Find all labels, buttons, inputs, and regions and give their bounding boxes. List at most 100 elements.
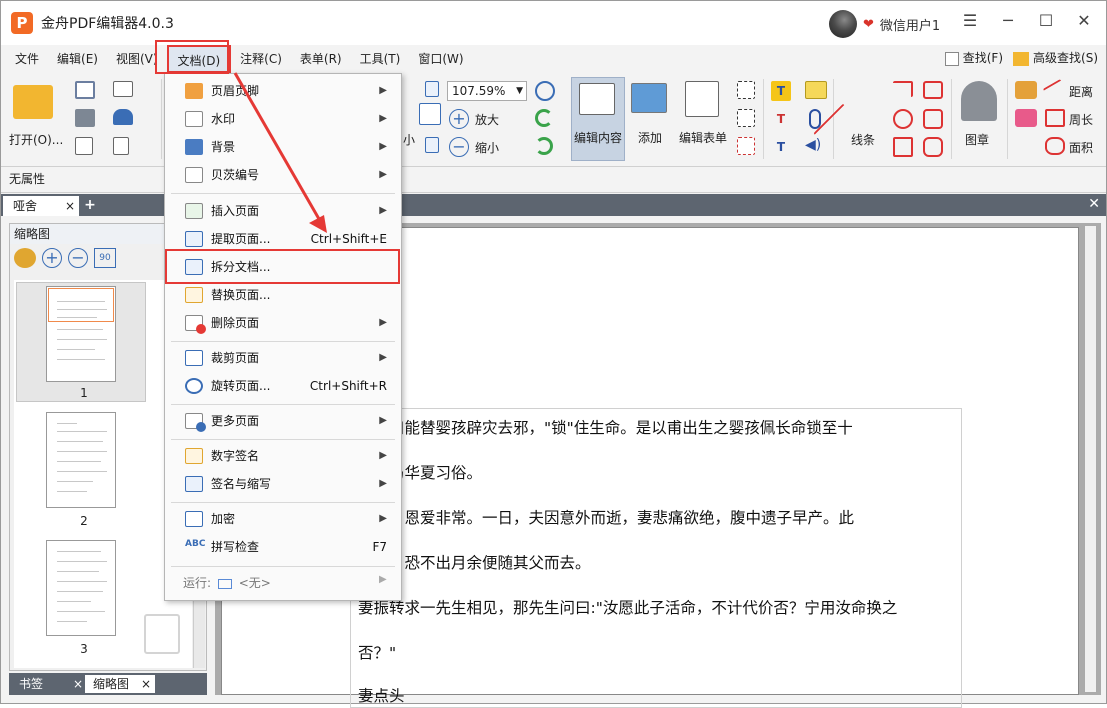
menu-item-more-pages[interactable]: 更多页面 ▶ [165,408,401,434]
zoom-in-glass-icon[interactable] [535,81,555,101]
menu-item-bates-numbering[interactable]: 贝茨编号 ▶ [165,162,401,188]
thumb-zoom-out-icon[interactable]: − [68,248,88,268]
polyline-icon[interactable] [923,81,943,99]
text-line: 二人，恩爱非常。一日，夫因意外而逝，妻悲痛欲绝，腹中遗子早产。此 [358,509,855,527]
fit-page-icon[interactable] [419,103,441,125]
menu-item-digital-signature[interactable]: 数字签名 ▶ [165,443,401,469]
fit-width-icon[interactable] [425,137,439,153]
tab-bookmarks[interactable]: 书签 × [11,675,83,693]
settings-gear-icon[interactable] [14,248,36,268]
crop-page-icon [185,350,203,366]
menu-item-background[interactable]: 背景 ▶ [165,134,401,160]
note-icon[interactable] [805,81,827,99]
perimeter-icon[interactable] [1045,109,1065,127]
zoom-select[interactable]: 107.59% ▼ [447,81,527,101]
menu-item-header-footer[interactable]: 页眉页脚 ▶ [165,78,401,104]
menu-edit[interactable]: 编辑(E) [48,45,107,73]
zoom-out-icon[interactable]: − [449,137,469,157]
user-account[interactable]: ❤ 微信用户1 [829,10,940,38]
menu-item-replace-page[interactable]: 替换页面... [165,282,401,308]
circle-icon[interactable] [893,109,913,129]
page-thumbnail[interactable] [46,540,116,636]
document-scrollbar[interactable] [1084,225,1097,693]
strikethrough-icon[interactable]: T [771,109,791,129]
menu-icon[interactable]: ☰ [960,11,980,30]
save-icon[interactable] [75,81,95,99]
tab-thumbnails[interactable]: 缩略图 × [85,675,155,693]
menu-file[interactable]: 文件 [1,45,48,73]
new-doc-icon[interactable] [113,137,129,155]
rotate-right-icon[interactable] [535,137,553,155]
close-all-icon[interactable]: ✕ [1088,196,1100,212]
page-thumbnail[interactable] [46,286,116,382]
tab-close-icon[interactable]: × [65,196,75,216]
rectangle-icon[interactable] [893,137,913,157]
add-tab-icon[interactable]: + [83,198,97,212]
menu-item-watermark[interactable]: 水印 ▶ [165,106,401,132]
zoom-in-icon[interactable]: + [449,109,469,129]
distance-icon[interactable] [1042,78,1068,102]
lines-label[interactable]: 线条 [851,131,875,148]
maximize-icon[interactable]: ☐ [1036,11,1056,30]
perimeter-label[interactable]: 周长 [1069,111,1093,128]
page-thumbnail[interactable] [46,412,116,508]
minimize-icon[interactable]: ─ [998,11,1018,30]
eraser-icon[interactable] [1015,109,1037,127]
open-button-label[interactable]: 打开(O)... [9,131,63,148]
avatar[interactable] [829,10,857,38]
typewriter-icon[interactable]: T [771,81,791,101]
print-icon[interactable] [75,109,95,127]
zoom-in-label[interactable]: 放大 [475,111,499,128]
text-icon[interactable]: T [771,137,791,157]
menu-item-label: 加密 [211,512,236,526]
zoom-out-label[interactable]: 缩小 [475,139,499,156]
text-field-icon[interactable] [737,81,755,99]
menu-item-label: 更多页面 [211,414,260,428]
thumb-zoom-in-icon[interactable]: + [42,248,62,268]
tab-close-icon[interactable]: × [141,675,151,693]
tab-close-icon[interactable]: × [73,675,83,693]
polygon-icon[interactable] [923,109,943,129]
menu-form[interactable]: 表单(R) [291,45,351,73]
find-button[interactable]: 查找(F) [944,49,1003,66]
area-label[interactable]: 面积 [1069,139,1093,156]
menu-item-spell-check[interactable]: ABC 拼写检查 F7 [165,534,401,560]
area-icon[interactable] [1045,137,1065,155]
cloud-icon[interactable] [113,109,133,125]
distance-label[interactable]: 距离 [1069,83,1093,100]
user-name[interactable]: 微信用户1 [880,15,940,34]
menu-item-rotate-page[interactable]: 旋转页面... Ctrl+Shift+R [165,373,401,399]
rotate-90-icon[interactable]: 90 [94,248,116,268]
edit-form-label[interactable]: 编辑表单 [679,129,727,146]
stamp-icon[interactable] [961,81,997,121]
export-icon[interactable] [75,137,93,155]
divider [951,79,952,159]
menu-tools[interactable]: 工具(T) [351,45,410,73]
close-icon[interactable]: ✕ [1074,11,1094,30]
arrow-icon[interactable] [893,81,913,97]
menu-window[interactable]: 窗口(W) [409,45,472,73]
add-label[interactable]: 添加 [638,129,662,146]
callout-icon[interactable] [737,137,755,155]
open-folder-icon[interactable] [13,85,53,119]
stamp-label[interactable]: 图章 [965,131,989,148]
menu-item-encrypt[interactable]: 加密 ▶ [165,506,401,532]
tab-document[interactable]: 哑舍 × [3,196,79,216]
menu-item-label: 数字签名 [211,449,260,463]
textbox-icon[interactable] [737,109,755,127]
edit-form-icon[interactable] [685,81,719,117]
menu-item-insert-page[interactable]: 插入页面 ▶ [165,198,401,224]
run-command-row[interactable]: 运行: <无> ▶ [183,574,387,591]
mail-icon[interactable] [113,81,133,97]
menu-comment[interactable]: 注释(C) [231,45,291,73]
rotate-left-icon[interactable] [535,109,553,127]
menu-item-sign-initials[interactable]: 签名与缩写 ▶ [165,471,401,497]
chevron-down-icon: ▼ [516,86,523,96]
menu-item-delete-page[interactable]: 删除页面 ▶ [165,310,401,336]
add-image-icon[interactable] [631,83,667,113]
menu-item-crop-page[interactable]: 裁剪页面 ▶ [165,345,401,371]
cloud-shape-icon[interactable] [923,137,943,157]
advanced-find-button[interactable]: 高级查找(S) [1013,49,1098,66]
actual-size-icon[interactable] [425,81,439,97]
pencil-icon[interactable] [1015,81,1037,99]
